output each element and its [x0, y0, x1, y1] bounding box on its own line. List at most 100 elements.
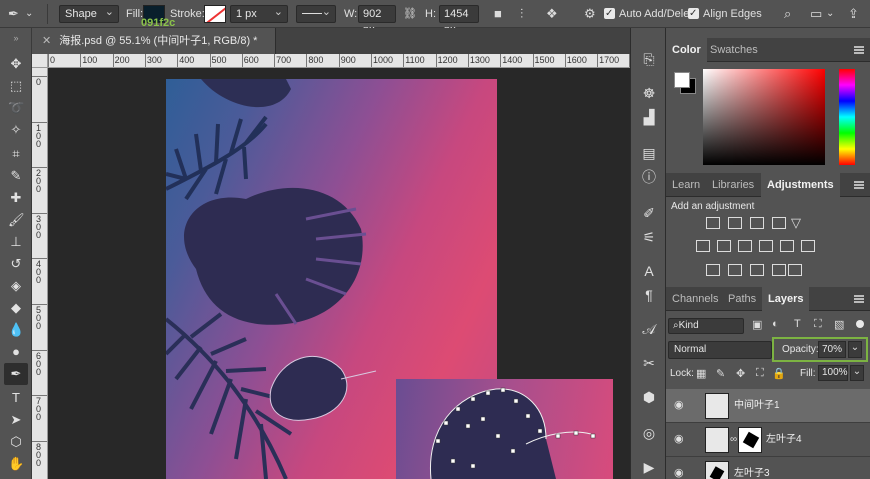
paint-bucket-tool-icon[interactable]: ◆	[8, 300, 24, 316]
tab-paths[interactable]: Paths	[722, 287, 762, 311]
layer-row[interactable]: ◉ 左叶子3	[666, 457, 870, 479]
visibility-eye-icon[interactable]: ◉	[674, 400, 686, 411]
collapse-icon[interactable]: »	[8, 30, 24, 46]
brightness-contrast-icon[interactable]	[706, 217, 720, 229]
chevron-down-icon[interactable]: ⌄	[25, 7, 33, 20]
tab-libraries[interactable]: Libraries	[706, 173, 760, 197]
history-brush-tool-icon[interactable]: ↺	[8, 256, 24, 272]
curves-icon[interactable]	[750, 217, 764, 229]
move-tool-icon[interactable]: ✥	[8, 56, 24, 72]
chevron-down-icon[interactable]: ⌄	[826, 7, 834, 20]
layer-comps-icon[interactable]: ◎	[640, 424, 658, 442]
dodge-tool-icon[interactable]: ●	[8, 344, 24, 360]
filter-adjustment-icon[interactable]: ◐	[772, 318, 779, 330]
selective-color-icon[interactable]	[772, 264, 786, 276]
posterize-icon[interactable]	[728, 264, 742, 276]
stroke-style-dropdown[interactable]	[296, 4, 336, 23]
layer-name[interactable]: 中间叶子1	[734, 389, 780, 423]
document-tab[interactable]: ✕ 海报.psd @ 55.1% (中间叶子1, RGB/8) *	[36, 28, 276, 54]
gear-icon[interactable]: ⚙	[584, 7, 596, 20]
path-selection-tool-icon[interactable]: ➤	[8, 412, 24, 428]
lasso-tool-icon[interactable]: ➰	[8, 100, 24, 116]
lock-all-icon[interactable]: 🔒	[772, 367, 786, 380]
path-alignment-icon[interactable]: ⫶	[520, 7, 523, 20]
layer-thumbnail[interactable]	[705, 393, 729, 419]
tool-presets-icon[interactable]: ✂	[640, 354, 658, 372]
canvas-area[interactable]	[48, 68, 630, 479]
clone-stamp-tool-icon[interactable]: ⊥	[8, 234, 24, 250]
layer-name[interactable]: 左叶子4	[766, 423, 802, 457]
black-white-icon[interactable]	[738, 240, 752, 252]
lock-image-icon[interactable]: ✎	[716, 367, 725, 380]
gradient-map-icon[interactable]	[788, 264, 802, 276]
type-tool-icon[interactable]: T	[8, 390, 24, 406]
3d-icon[interactable]: ⬢	[640, 388, 658, 406]
hue-saturation-icon[interactable]	[696, 240, 710, 252]
healing-brush-tool-icon[interactable]: ✚	[8, 190, 24, 206]
brush-settings-icon[interactable]: ⚟	[640, 228, 658, 246]
visibility-eye-icon[interactable]: ◉	[674, 434, 686, 445]
share-icon[interactable]: ⇪	[848, 7, 859, 20]
eyedropper-tool-icon[interactable]: ✎	[8, 168, 24, 184]
pen-tool-icon[interactable]: ✒	[8, 7, 19, 20]
layer-row[interactable]: ◉ ∞ 左叶子4	[666, 423, 870, 457]
shape-tool-icon[interactable]: ⬡	[8, 434, 24, 450]
info-icon[interactable]: ⓘ	[640, 168, 658, 186]
pen-tool-icon[interactable]: ✒	[4, 363, 28, 385]
horizontal-ruler[interactable]: 0 100 200 300 400 500 600 700 800 900 1000 1100 1200…	[48, 54, 630, 68]
panel-menu-icon[interactable]	[854, 46, 864, 54]
height-field[interactable]: 1454 px	[439, 5, 479, 36]
threshold-icon[interactable]	[750, 264, 764, 276]
actions-icon[interactable]: ☸	[640, 84, 658, 102]
eraser-tool-icon[interactable]: ◈	[8, 278, 24, 294]
vibrance-icon[interactable]: ▽	[791, 215, 801, 231]
tool-mode-dropdown[interactable]: Shape	[59, 4, 119, 23]
history-icon[interactable]: ⎘	[640, 50, 658, 68]
lock-position-icon[interactable]: ✥	[736, 367, 745, 380]
opacity-field[interactable]: 70%	[818, 341, 846, 358]
stroke-color-swatch[interactable]	[204, 5, 226, 23]
fill-dropdown-chevron-icon[interactable]: ⌄	[850, 365, 864, 381]
filter-type-icon[interactable]: T	[794, 318, 801, 330]
color-balance-icon[interactable]	[717, 240, 731, 252]
fill-field[interactable]: 100%	[818, 365, 848, 381]
tab-swatches[interactable]: Swatches	[704, 38, 764, 62]
opacity-dropdown-chevron-icon[interactable]: ⌄	[848, 341, 862, 358]
magic-wand-tool-icon[interactable]: ✧	[8, 122, 24, 138]
layer-name[interactable]: 左叶子3	[734, 457, 770, 479]
hand-tool-icon[interactable]: ✋	[8, 456, 24, 472]
tab-learn[interactable]: Learn	[666, 173, 706, 197]
leaf-artboard-preview[interactable]	[396, 379, 613, 479]
crop-tool-icon[interactable]: ⌗	[8, 146, 24, 162]
blend-mode-dropdown[interactable]: Normal	[668, 341, 772, 359]
levels-icon[interactable]	[728, 217, 742, 229]
auto-add-delete-checkbox[interactable]: Auto Add/Delete	[604, 5, 699, 23]
close-icon[interactable]: ✕	[42, 35, 51, 47]
tab-channels[interactable]: Channels	[666, 287, 724, 311]
workspace-icon[interactable]: ▭	[810, 7, 822, 20]
histogram-icon[interactable]: ▟	[640, 108, 658, 126]
invert-icon[interactable]	[706, 264, 720, 276]
hue-slider[interactable]	[839, 69, 855, 165]
properties-icon[interactable]: ▤	[640, 144, 658, 162]
marquee-tool-icon[interactable]: ⬚	[8, 78, 24, 94]
layer-row[interactable]: ◉ 中间叶子1	[666, 389, 870, 423]
layer-thumbnail[interactable]	[705, 461, 729, 479]
filter-toggle[interactable]	[856, 320, 864, 328]
character-icon[interactable]: A	[640, 262, 658, 280]
brushes-icon[interactable]: ✐	[640, 204, 658, 222]
filter-smart-object-icon[interactable]: ▧	[834, 318, 844, 331]
glyphs-icon[interactable]: 𝒜	[640, 320, 658, 338]
width-field[interactable]: 902 px	[358, 5, 396, 36]
timeline-icon[interactable]: ▶	[640, 458, 658, 476]
lock-artboard-icon[interactable]: ⛶	[756, 367, 764, 380]
path-arrangement-icon[interactable]: ❖	[546, 7, 558, 20]
panel-menu-icon[interactable]	[854, 295, 864, 303]
align-edges-checkbox[interactable]: Align Edges	[688, 5, 762, 23]
lock-transparent-icon[interactable]: ▦	[696, 367, 706, 380]
photo-filter-icon[interactable]	[759, 240, 773, 252]
color-lookup-icon[interactable]	[801, 240, 815, 252]
layer-mask-thumbnail[interactable]	[738, 427, 762, 453]
paragraph-icon[interactable]: ¶	[640, 286, 658, 304]
visibility-eye-icon[interactable]: ◉	[674, 468, 686, 479]
